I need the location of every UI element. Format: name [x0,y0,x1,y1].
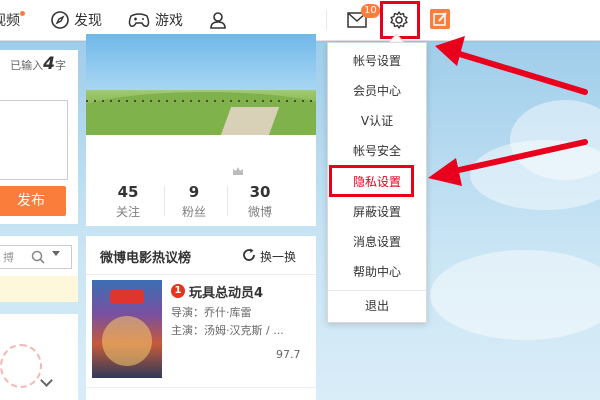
profile-cover-image [86,34,316,135]
annotation-arrow-icon [428,139,588,186]
menu-item-logout[interactable]: 退出 [328,291,426,321]
refresh-button[interactable]: 换一换 [242,248,296,265]
nav-discover-label: 发现 [74,13,102,29]
compass-icon [50,10,70,30]
menu-item-message-settings[interactable]: 消息设置 [328,227,426,257]
chevron-down-icon[interactable] [40,374,53,387]
gamepad-icon [127,10,151,30]
stat-posts-count[interactable]: 30 [230,183,290,201]
movie-title-link[interactable]: 玩具总动员4 [189,282,263,301]
divider [86,387,316,388]
chevron-down-icon[interactable] [52,251,60,256]
menu-item-vip-center[interactable]: 会员中心 [328,76,426,106]
menu-item-account-security[interactable]: 帐号安全 [328,136,426,166]
privacy-highlight-box [329,165,414,197]
menu-item-verification[interactable]: V认证 [328,106,426,136]
settings-highlight-box [380,1,420,39]
search-icon [31,249,45,268]
movie-director: 导演：乔什·库雷 [171,306,252,319]
movie-cast: 主演：汤姆·汉克斯 / ... [171,324,284,337]
annotation-arrow-icon [435,36,588,95]
message-count-badge: 10 [361,4,380,18]
divider [86,274,316,275]
refresh-label: 换一换 [260,250,297,264]
stamp-illustration [0,344,42,388]
composer-panel: 已输入4字 发布 [0,50,78,224]
char-counter-count: 4 [43,54,55,74]
compose-button[interactable] [430,9,450,29]
nav-video[interactable]: 视频 [0,0,20,40]
stat-following-label[interactable]: 关注 [98,203,158,220]
notification-dot [20,11,25,16]
crown-icon [232,161,244,175]
nav-divider [326,10,327,30]
search-suggestion-bar [0,276,78,302]
stat-posts-label[interactable]: 微博 [230,203,290,220]
search-panel: 搏 [0,236,78,302]
stat-followers-count[interactable]: 9 [164,183,224,201]
stat-followers-label[interactable]: 粉丝 [164,203,224,220]
menu-item-account-settings[interactable]: 帐号设置 [328,46,426,76]
profile-card: 45 关注 9 粉丝 30 微博 [86,34,316,226]
rank-badge: 1 [171,284,185,298]
movie-poster-image[interactable] [92,280,162,378]
search-placeholder: 搏 [3,251,14,264]
refresh-icon [242,248,256,265]
left-bottom-panel [0,314,78,400]
movie-ranking-card: 微博电影热议榜 换一换 1 玩具总动员4 导演：乔什·库雷 主演：汤姆·汉克斯 … [86,236,316,400]
user-icon [208,10,228,30]
movie-score: 97.7 [276,348,301,361]
movie-list-item[interactable]: 1 玩具总动员4 导演：乔什·库雷 主演：汤姆·汉克斯 / ... 97.7 [86,276,316,386]
char-counter-suffix: 字 [55,59,66,72]
menu-item-block-settings[interactable]: 屏蔽设置 [328,197,426,227]
search-input[interactable]: 搏 [0,245,72,269]
post-textarea[interactable] [0,100,68,180]
stat-divider [227,186,228,216]
nav-games-label: 游戏 [155,13,183,29]
menu-item-help-center[interactable]: 帮助中心 [328,257,426,287]
stat-following-count[interactable]: 45 [98,183,158,201]
movie-ranking-title: 微博电影热议榜 [100,251,192,266]
char-counter-hint: 已输入 [10,59,44,72]
nav-video-label: 视频 [0,13,20,29]
publish-button[interactable]: 发布 [0,186,66,216]
char-counter: 已输入4字 [10,54,66,74]
